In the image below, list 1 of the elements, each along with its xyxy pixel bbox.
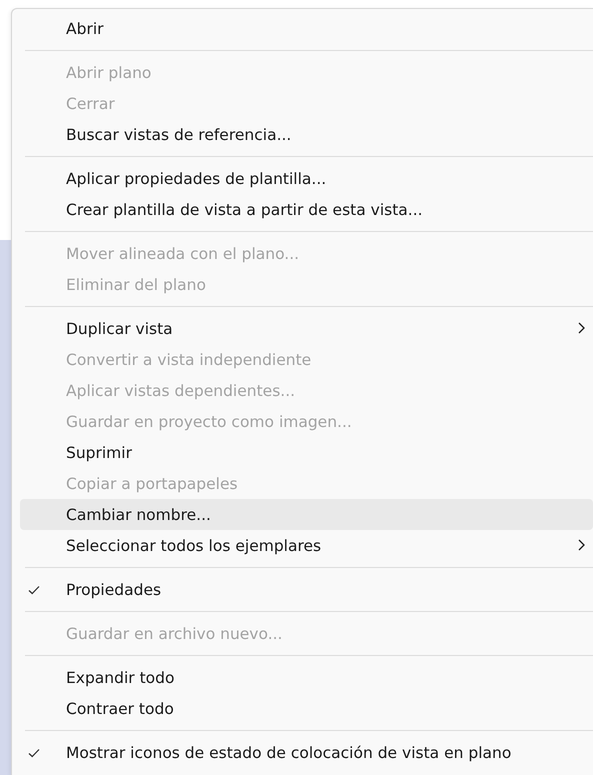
- menu-item[interactable]: Cambiar nombre...: [20, 499, 593, 530]
